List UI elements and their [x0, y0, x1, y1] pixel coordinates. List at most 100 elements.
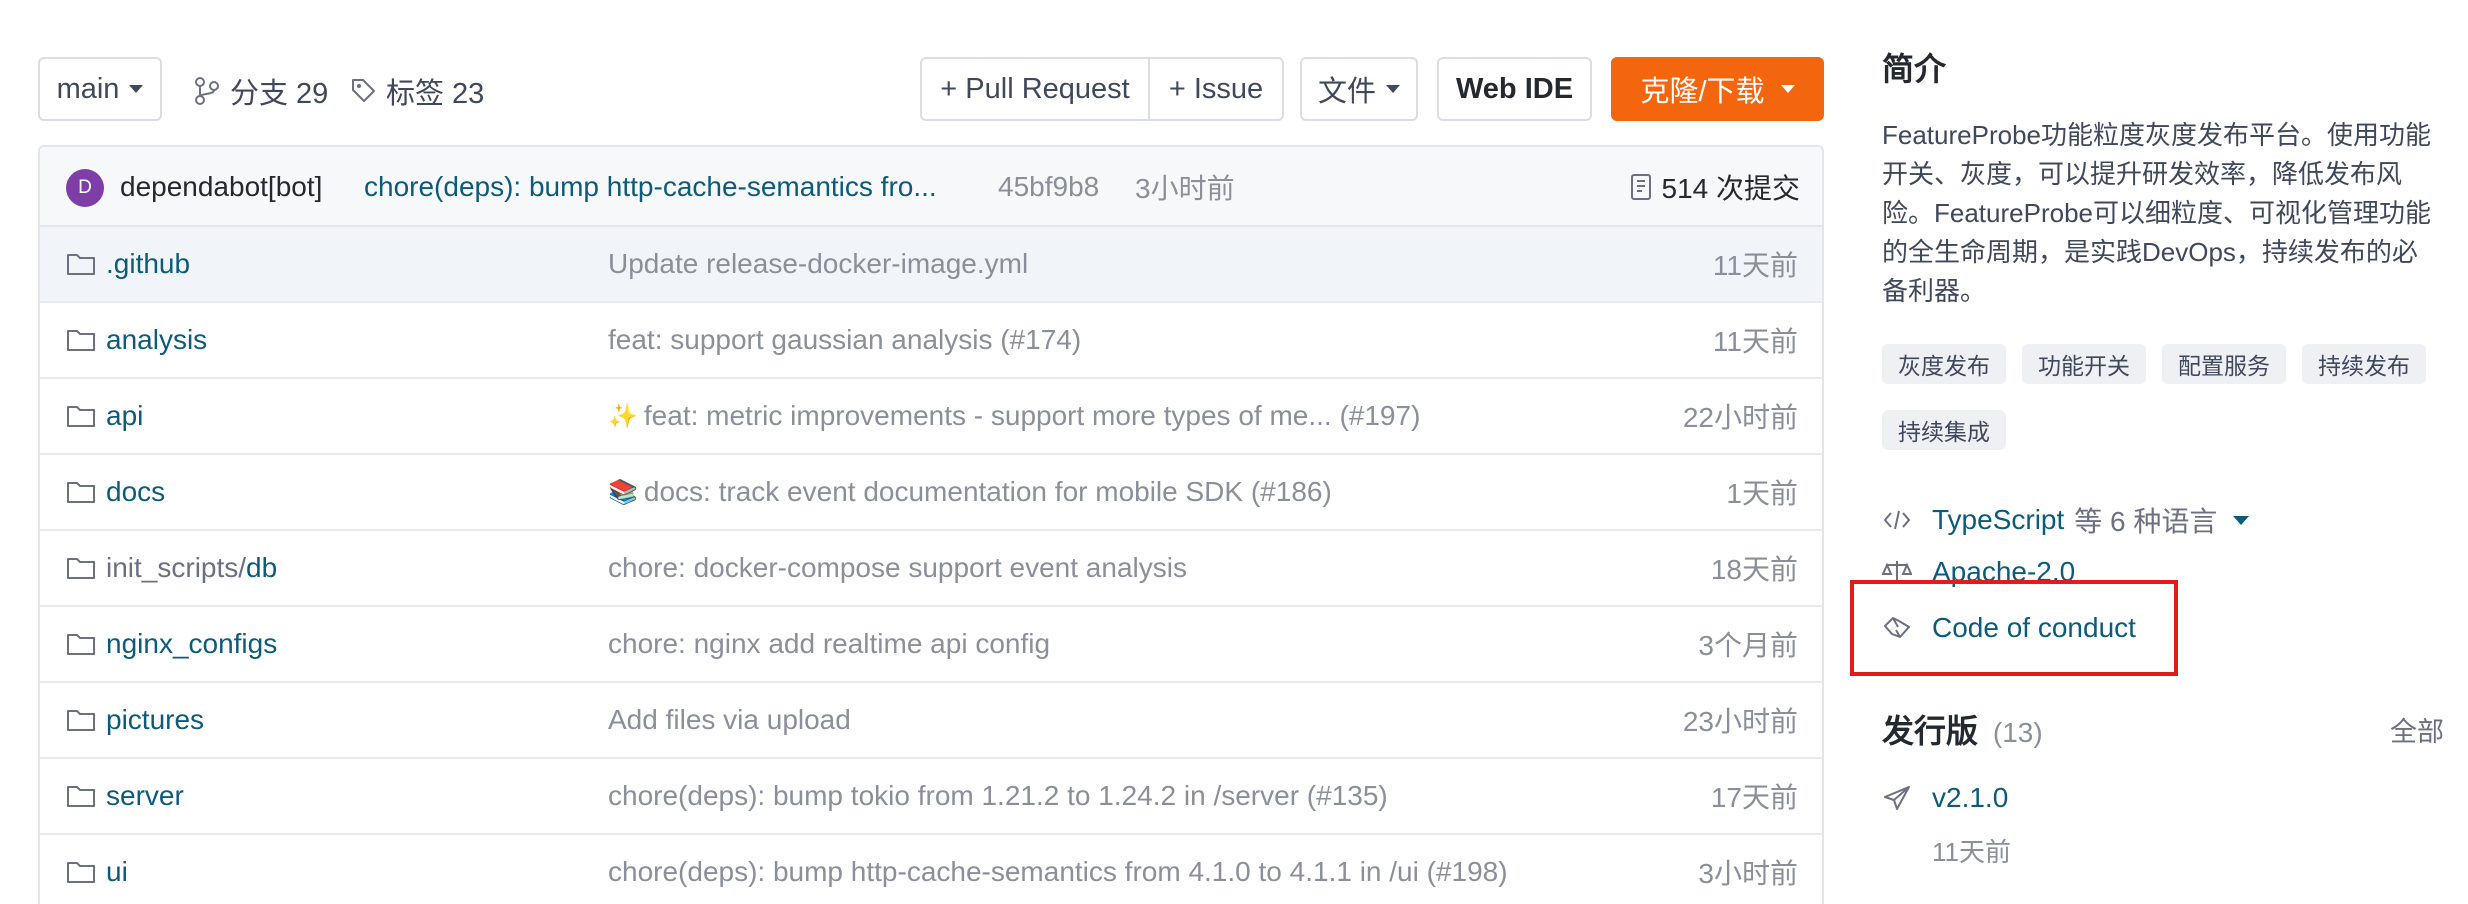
release-item[interactable]: v2.1.0: [1882, 782, 2008, 814]
topic-tag[interactable]: 功能开关: [2022, 344, 2146, 384]
releases-heading[interactable]: 发行版 (13): [1882, 706, 2043, 752]
folder-icon: [66, 835, 96, 904]
avatar[interactable]: D: [66, 169, 104, 207]
table-row[interactable]: api ✨ feat: metric improvements - support …: [40, 379, 1822, 455]
folder-icon: [66, 455, 96, 529]
file-name[interactable]: ui: [106, 835, 128, 904]
topic-tag[interactable]: 持续发布: [2302, 344, 2426, 384]
files-label: 文件: [1317, 76, 1376, 108]
files-dropdown[interactable]: 文件: [1300, 57, 1418, 121]
commit-author[interactable]: dependabot[bot]: [120, 147, 322, 227]
file-name[interactable]: nginx_configs: [106, 607, 277, 681]
table-row[interactable]: init_scripts/db chore: docker-compose sup…: [40, 531, 1822, 607]
branch-select[interactable]: main: [38, 57, 162, 121]
branch-name: main: [56, 72, 120, 105]
commit-message-text[interactable]: Add files via upload: [608, 704, 851, 736]
tags-link[interactable]: 标签 23: [350, 70, 484, 112]
file-name[interactable]: pictures: [106, 683, 204, 757]
commit-count-link[interactable]: 514 次提交: [1630, 147, 1800, 227]
path-prefix[interactable]: init_scripts/: [106, 552, 246, 584]
release-version[interactable]: v2.1.0: [1932, 782, 2008, 814]
chevron-down-icon: [1386, 85, 1400, 93]
topic-tag[interactable]: 灰度发布: [1882, 344, 2006, 384]
commit-message-text[interactable]: docs: track event documentation for mobi…: [644, 476, 1332, 508]
folder-name[interactable]: pictures: [106, 704, 204, 736]
chevron-down-icon[interactable]: [2233, 515, 2250, 525]
folder-icon: [66, 683, 96, 757]
file-browser: D dependabot[bot] chore(deps): bump http…: [38, 145, 1824, 904]
commit-time: 3小时前: [1698, 858, 1798, 889]
releases-title: 发行版: [1882, 713, 1979, 749]
commit-message-text[interactable]: chore(deps): bump tokio from 1.21.2 to 1…: [608, 780, 1388, 812]
folder-name[interactable]: docs: [106, 476, 165, 508]
emoji-icon: ✨: [608, 402, 638, 430]
folder-name[interactable]: ui: [106, 856, 128, 888]
release-time: 11天前: [1932, 837, 2011, 867]
file-name[interactable]: .github: [106, 227, 190, 301]
language-row[interactable]: TypeScript 等 6 种语言: [1882, 500, 2250, 540]
web-ide-button[interactable]: Web IDE: [1437, 57, 1592, 121]
topic-tag[interactable]: 持续集成: [1882, 410, 2006, 450]
folder-name[interactable]: nginx_configs: [106, 628, 277, 660]
pull-request-button[interactable]: + Pull Request: [922, 59, 1150, 119]
table-row[interactable]: docs 📚 docs: track event documentation for…: [40, 455, 1822, 531]
branches-link[interactable]: 分支 29: [194, 70, 328, 112]
commit-message-text[interactable]: chore(deps): bump http-cache-semantics f…: [608, 856, 1508, 888]
branch-icon: [195, 77, 219, 105]
table-row[interactable]: ui chore(deps): bump http-cache-semantics…: [40, 835, 1822, 904]
commit-message[interactable]: Update release-docker-image.yml: [608, 227, 1028, 301]
table-row[interactable]: analysis feat: support gaussian analysis …: [40, 303, 1822, 379]
issue-button[interactable]: + Issue: [1150, 59, 1282, 119]
chevron-down-icon: [1780, 85, 1795, 93]
folder-icon: [66, 531, 96, 605]
commit-message[interactable]: chore(deps): bump tokio from 1.21.2 to 1…: [608, 759, 1388, 833]
table-row[interactable]: server chore(deps): bump tokio from 1.21.…: [40, 759, 1822, 835]
language-link[interactable]: TypeScript: [1932, 504, 2064, 536]
table-row[interactable]: pictures Add files via upload 23小时前: [40, 683, 1822, 759]
branches-label: 分支 29: [230, 78, 329, 110]
file-name[interactable]: analysis: [106, 303, 207, 377]
folder-name[interactable]: analysis: [106, 324, 207, 356]
folder-icon: [66, 607, 96, 681]
commit-time: 11天前: [1712, 326, 1798, 357]
folder-name[interactable]: .github: [106, 248, 190, 280]
commit-time: 3个月前: [1698, 630, 1798, 661]
folder-name[interactable]: server: [106, 780, 184, 812]
commit-message[interactable]: feat: support gaussian analysis (#174): [608, 303, 1081, 377]
commit-message[interactable]: chore(deps): bump http-cache-semantics f…: [608, 835, 1508, 904]
commit-sha[interactable]: 45bf9b8: [998, 147, 1099, 227]
commit-message-text[interactable]: feat: metric improvements - support more…: [644, 400, 1421, 432]
topic-tags: 灰度发布 功能开关 配置服务 持续发布 持续集成: [1882, 344, 2442, 450]
file-name[interactable]: init_scripts/db: [106, 531, 277, 605]
commit-message-text[interactable]: feat: support gaussian analysis (#174): [608, 324, 1081, 356]
clone-download-button[interactable]: 克隆/下载: [1611, 57, 1824, 121]
topic-tag[interactable]: 配置服务: [2162, 344, 2286, 384]
intro-title: 简介: [1882, 51, 1947, 87]
repo-description: FeatureProbe功能粒度灰度发布平台。使用功能开关、灰度，可以提升研发效…: [1882, 120, 2431, 306]
commit-message[interactable]: ✨ feat: metric improvements - support mor…: [608, 379, 1420, 453]
emoji-icon: 📚: [608, 478, 638, 506]
file-name[interactable]: docs: [106, 455, 165, 529]
commit-message[interactable]: 📚 docs: track event documentation for mob…: [608, 455, 1332, 529]
commit-message[interactable]: chore: nginx add realtime api config: [608, 607, 1050, 681]
folder-name[interactable]: api: [106, 400, 143, 432]
commit-message[interactable]: chore(deps): bump http-cache-semantics f…: [364, 147, 937, 227]
create-group: + Pull Request + Issue: [920, 57, 1284, 121]
releases-count: (13): [1992, 717, 2043, 748]
highlight-box: [1850, 580, 2178, 676]
tag-icon: [352, 79, 375, 102]
folder-name[interactable]: db: [246, 552, 277, 584]
table-row[interactable]: nginx_configs chore: nginx add realtime a…: [40, 607, 1822, 683]
file-name[interactable]: api: [106, 379, 143, 453]
file-name[interactable]: server: [106, 759, 184, 833]
table-row[interactable]: .github Update release-docker-image.yml 11…: [40, 227, 1822, 303]
commit-message-text[interactable]: Update release-docker-image.yml: [608, 248, 1028, 280]
send-icon: [1882, 784, 1916, 812]
commit-message[interactable]: chore: docker-compose support event anal…: [608, 531, 1187, 605]
commit-message-text[interactable]: chore: docker-compose support event anal…: [608, 552, 1187, 584]
commit-message-text[interactable]: chore: nginx add realtime api config: [608, 628, 1050, 660]
folder-icon: [66, 227, 96, 301]
commit-time: 17天前: [1710, 782, 1798, 813]
commit-message[interactable]: Add files via upload: [608, 683, 851, 757]
releases-all-link[interactable]: 全部: [2390, 710, 2444, 749]
